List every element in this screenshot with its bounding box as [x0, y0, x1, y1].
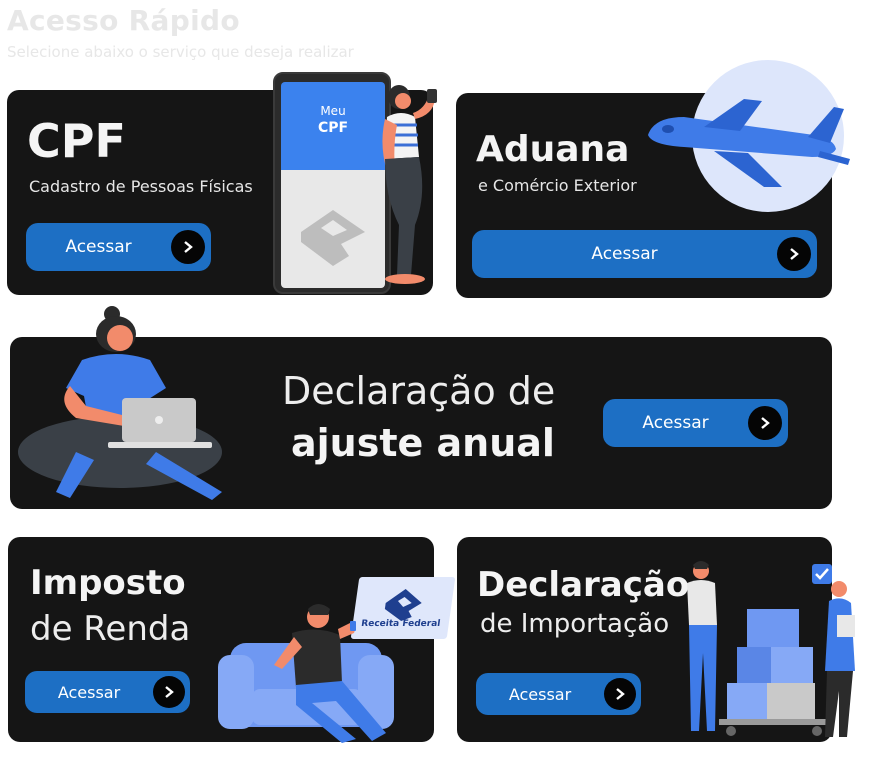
boxes-icon	[679, 561, 865, 745]
chevron-right-icon	[777, 237, 811, 271]
aduana-subtitle: e Comércio Exterior	[478, 176, 637, 195]
card-declaracao-importacao[interactable]: Declaração de Importação Acessar	[457, 537, 855, 742]
aduana-title: Aduana	[476, 129, 630, 170]
phone-text-cpf: CPF	[317, 120, 349, 136]
importacao-access-button[interactable]: Acessar	[476, 673, 641, 715]
ajuste-line1: Declaração de	[282, 369, 556, 413]
chevron-right-icon	[604, 678, 636, 710]
chevron-right-icon	[748, 406, 782, 440]
imposto-line2: de Renda	[30, 609, 191, 649]
cpf-access-button[interactable]: Acessar	[26, 223, 211, 271]
man-sofa-illustration	[216, 603, 396, 743]
cpf-subtitle: Cadastro de Pessoas Físicas	[29, 177, 253, 196]
ajuste-access-button[interactable]: Acessar	[603, 399, 788, 447]
chevron-right-icon	[153, 676, 185, 708]
page-subtitle: Selecione abaixo o serviço que deseja re…	[7, 43, 354, 61]
card-imposto-renda[interactable]: Imposto de Renda Acessar Receita Federal	[8, 537, 456, 743]
importacao-line1: Declaração	[477, 565, 690, 605]
imposto-access-label: Acessar	[57, 682, 121, 702]
phone-text-meu: Meu	[320, 104, 346, 118]
woman-illustration	[375, 85, 445, 290]
imposto-line1: Imposto	[30, 563, 186, 603]
card-ajuste-anual[interactable]: Declaração de ajuste anual Acessar	[10, 306, 832, 509]
importacao-access-label: Acessar	[508, 684, 572, 704]
page-title: Acesso Rápido	[7, 4, 240, 37]
imposto-access-button[interactable]: Acessar	[25, 671, 190, 713]
cpf-access-label: Acessar	[65, 237, 132, 257]
page-header: Acesso Rápido Selecione abaixo o serviço…	[7, 4, 354, 61]
ajuste-access-label: Acessar	[642, 413, 709, 433]
chevron-right-icon	[171, 230, 205, 264]
card-cpf[interactable]: CPF Cadastro de Pessoas Físicas Acessar …	[7, 72, 437, 295]
ajuste-line2: ajuste anual	[291, 421, 555, 465]
cpf-title: CPF	[27, 114, 126, 168]
aduana-access-button[interactable]: Acessar	[472, 230, 817, 278]
card-aduana[interactable]: Aduana e Comércio Exterior Acessar	[456, 60, 850, 298]
importacao-line2: de Importação	[480, 609, 670, 639]
airplane-icon	[644, 95, 856, 195]
phone-icon: Meu CPF	[273, 72, 391, 294]
aduana-access-label: Acessar	[591, 244, 658, 264]
woman-laptop-illustration	[16, 302, 236, 502]
